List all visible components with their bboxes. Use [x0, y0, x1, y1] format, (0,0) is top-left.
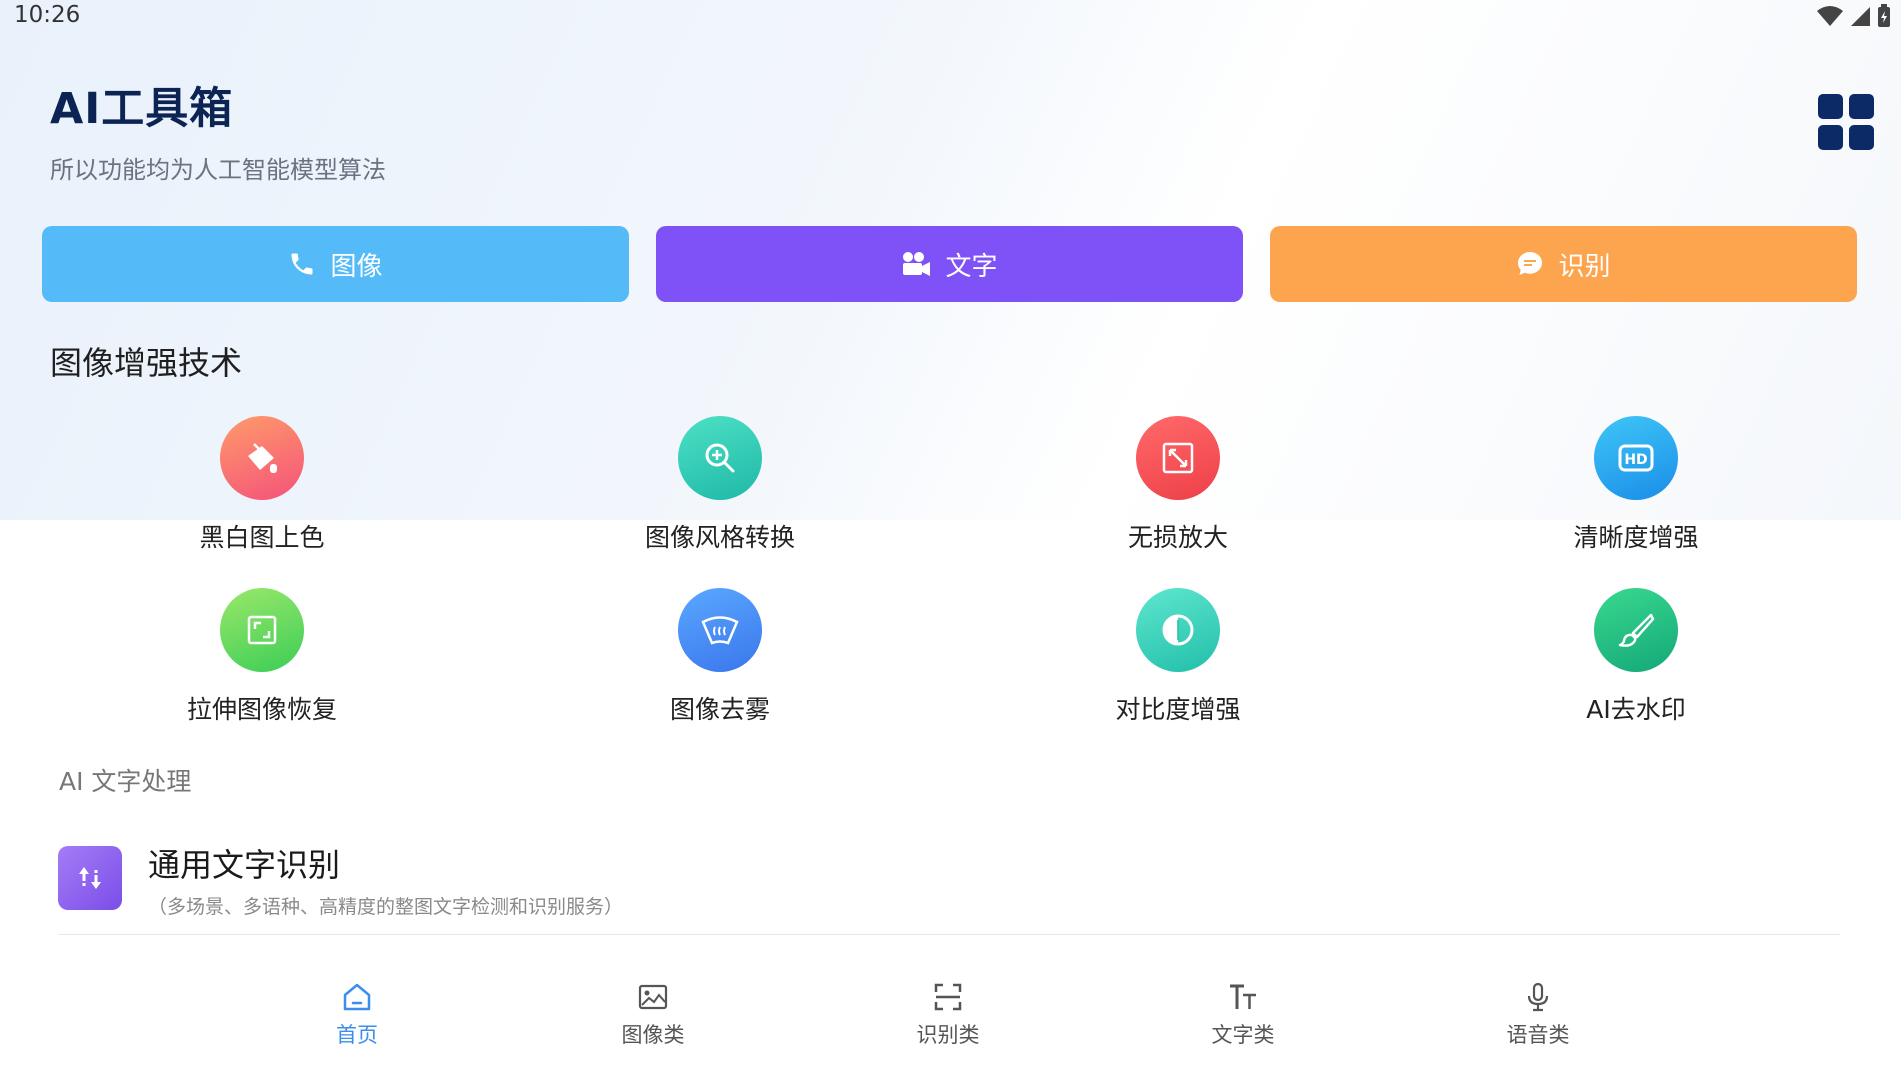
feature-colorize-label: 黑白图上色 — [199, 523, 325, 552]
feature-contrast-label: 对比度增强 — [1115, 695, 1241, 724]
feature-defog[interactable]: 图像去雾 — [600, 588, 840, 726]
general-ocr-item[interactable]: 通用文字识别 （多场景、多语种、高精度的整图文字检测和识别服务） — [58, 834, 1840, 934]
stretch-restore-icon-circle — [220, 588, 304, 672]
microphone-icon — [1527, 982, 1549, 1012]
defog-icon-circle — [678, 588, 762, 672]
wifi-icon — [1817, 6, 1843, 26]
contrast-icon — [1162, 614, 1194, 646]
feature-stretch-restore[interactable]: 拉伸图像恢复 — [142, 588, 382, 726]
nav-text-label: 文字类 — [1211, 1023, 1275, 1047]
signal-icon — [1851, 7, 1870, 26]
feature-defog-label: 图像去雾 — [669, 695, 770, 724]
feature-sharpen[interactable]: HD 清晰度增强 — [1516, 416, 1756, 554]
nav-image-label: 图像类 — [621, 1023, 685, 1047]
phone-icon — [291, 253, 313, 275]
feature-sharpen-label: 清晰度增强 — [1573, 523, 1699, 552]
status-bar: 10:26 — [0, 0, 1901, 34]
style-transfer-icon-circle — [678, 416, 762, 500]
nav-home-label: 首页 — [336, 1023, 378, 1047]
image-category-label: 图像 — [330, 251, 383, 282]
text-section-title: AI 文字处理 — [59, 767, 192, 796]
ocr-icon-box — [58, 846, 122, 910]
feature-remove-watermark[interactable]: AI去水印 — [1516, 588, 1756, 726]
feature-contrast[interactable]: 对比度增强 — [1058, 588, 1298, 726]
nav-home[interactable]: 首页 — [287, 981, 427, 1049]
grid-menu-button[interactable] — [1818, 94, 1874, 150]
sort-arrows-icon — [79, 867, 101, 889]
image-category-button[interactable]: 图像 — [42, 226, 629, 302]
nav-image[interactable]: 图像类 — [583, 981, 723, 1049]
app-subtitle: 所以功能均为人工智能模型算法 — [50, 156, 386, 184]
ocr-title: 通用文字识别 — [148, 846, 341, 884]
header: AI工具箱 所以功能均为人工智能模型算法 — [50, 74, 386, 185]
scan-icon — [934, 983, 962, 1011]
feature-upscale-label: 无损放大 — [1127, 523, 1228, 552]
image-section-title: 图像增强技术 — [50, 344, 243, 382]
expand-icon — [1162, 442, 1194, 474]
crop-icon — [247, 615, 277, 645]
status-icons — [1817, 4, 1891, 28]
bottom-nav: 首页 图像类 识别类 文字类 语音类 — [0, 975, 1901, 1071]
text-category-label: 文字 — [945, 251, 998, 282]
feature-colorize[interactable]: 黑白图上色 — [142, 416, 382, 554]
recognition-category-button[interactable]: 识别 — [1270, 226, 1857, 302]
feature-style-transfer-label: 图像风格转换 — [644, 523, 795, 552]
remove-watermark-icon-circle — [1594, 588, 1678, 672]
nav-text[interactable]: 文字类 — [1173, 981, 1313, 1049]
nav-recognition-label: 识别类 — [916, 1023, 980, 1047]
colorize-icon-circle — [220, 416, 304, 500]
nav-voice[interactable]: 语音类 — [1468, 981, 1608, 1049]
image-icon — [638, 984, 668, 1010]
feature-style-transfer[interactable]: 图像风格转换 — [600, 416, 840, 554]
nav-recognition[interactable]: 识别类 — [878, 981, 1018, 1049]
svg-text:HD: HD — [1624, 452, 1647, 468]
recognition-category-label: 识别 — [1558, 251, 1611, 282]
sharpen-icon-circle: HD — [1594, 416, 1678, 500]
hd-icon: HD — [1618, 444, 1654, 472]
contrast-icon-circle — [1136, 588, 1220, 672]
feature-stretch-restore-label: 拉伸图像恢复 — [186, 695, 337, 724]
paint-bucket-icon — [248, 443, 277, 473]
feature-upscale[interactable]: 无损放大 — [1058, 416, 1298, 554]
list-divider — [58, 934, 1840, 935]
home-icon — [343, 983, 371, 1011]
chat-bubble-icon — [1518, 252, 1543, 275]
grid-icon — [1818, 94, 1874, 150]
text-size-icon — [1230, 984, 1256, 1009]
magnifier-plus-icon — [705, 443, 735, 473]
feature-remove-watermark-label: AI去水印 — [1586, 695, 1686, 724]
video-camera-icon — [903, 252, 931, 276]
category-buttons: 图像 文字 识别 — [42, 226, 1857, 302]
nav-voice-label: 语音类 — [1506, 1023, 1570, 1047]
ocr-description: （多场景、多语种、高精度的整图文字检测和识别服务） — [148, 896, 624, 918]
app-title: AI工具箱 — [50, 84, 234, 134]
defog-icon — [701, 616, 739, 645]
battery-icon — [1878, 4, 1890, 27]
upscale-icon-circle — [1136, 416, 1220, 500]
text-category-button[interactable]: 文字 — [656, 226, 1243, 302]
brush-icon — [1618, 613, 1655, 647]
status-time: 10:26 — [14, 2, 81, 28]
